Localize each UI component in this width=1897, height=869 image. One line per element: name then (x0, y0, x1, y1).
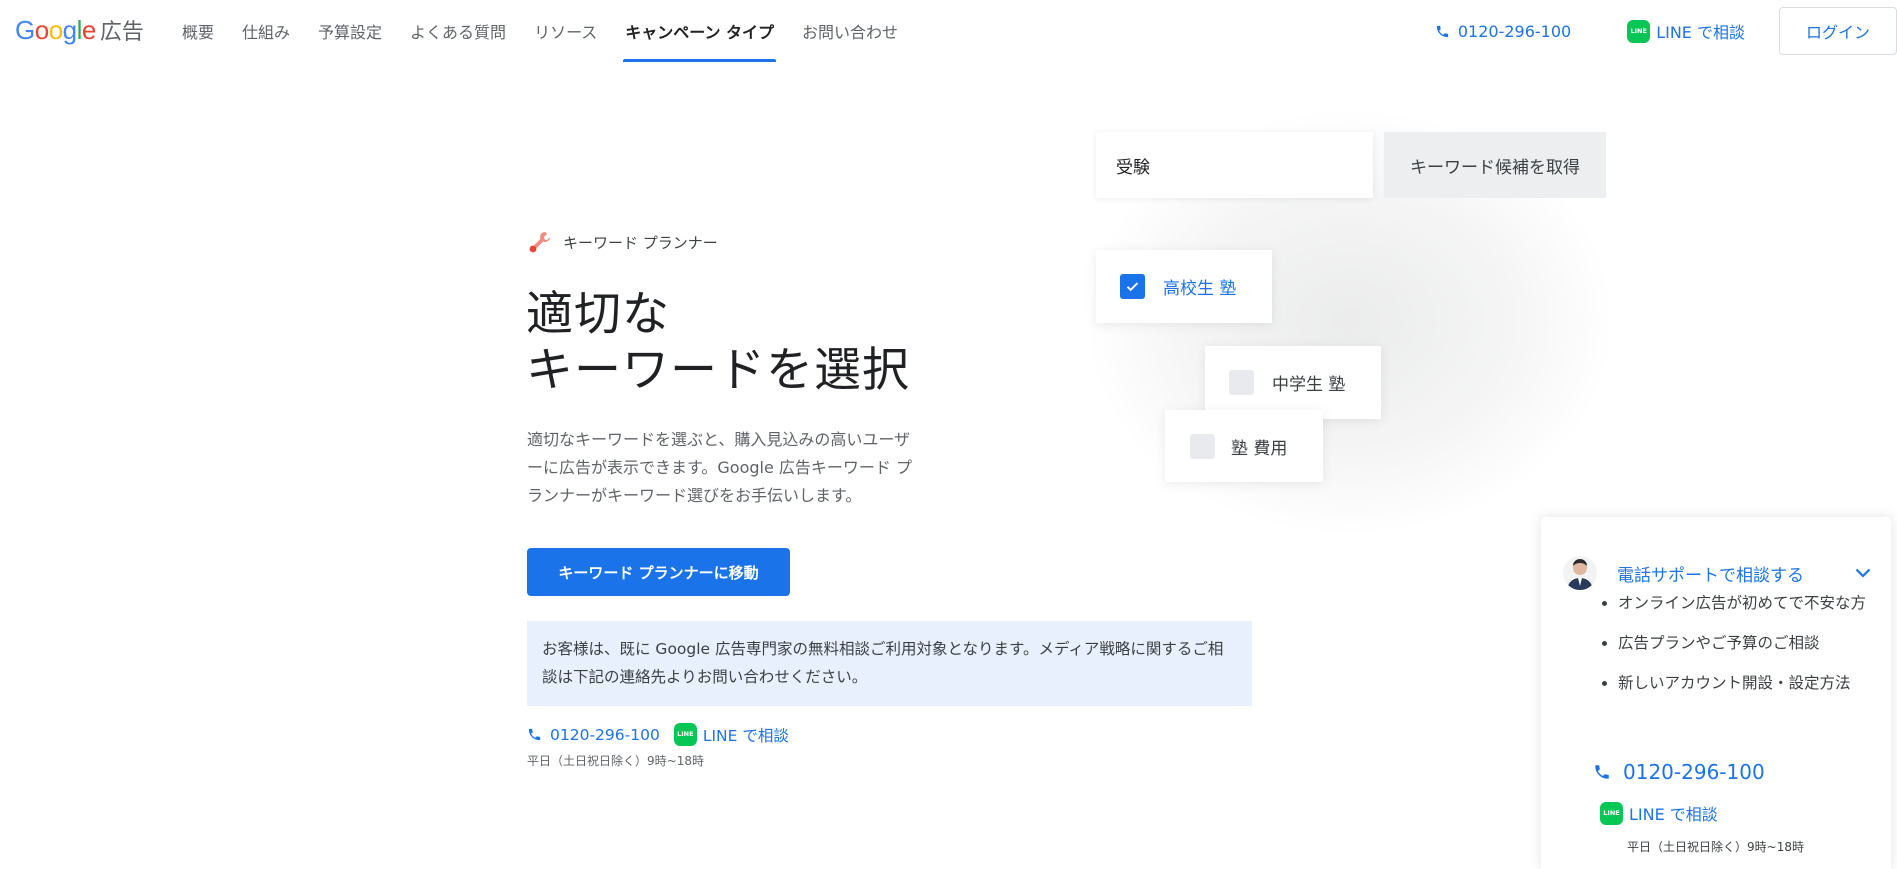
support-topics-list: オンライン広告が初めてで不安な方 広告プランやご予算のご相談 新しいアカウント開… (1602, 589, 1868, 709)
keyword-suggestion-card: 中学生 塾 (1205, 346, 1381, 419)
support-line-label: LINE で相談 (1629, 805, 1718, 824)
hero-description: 適切なキーワードを選ぶと、購入見込みの高いユーザーに広告が表示できます。Goog… (527, 430, 912, 505)
hero-line-link[interactable]: LINE LINE で相談 (673, 723, 789, 746)
header-line-link[interactable]: LINE LINE で相談 (1627, 19, 1745, 43)
nav-item-campaign-types[interactable]: キャンペーン タイプ (611, 0, 788, 62)
phone-icon (1595, 765, 1609, 779)
checkbox-checked-icon (1120, 274, 1145, 299)
support-business-hours: 平日（土日祝日除く）9時~18時 (1627, 840, 1804, 854)
header-phone-number: 0120-296-100 (1457, 21, 1572, 41)
support-panel-title: 電話サポートで相談する (1617, 565, 1804, 586)
keyword-suggestion-card: 塾 費用 (1165, 410, 1323, 482)
checkbox-unchecked-icon (1229, 370, 1254, 395)
keyword-label: 中学生 塾 (1272, 375, 1346, 395)
phone-icon (528, 728, 541, 741)
get-keyword-ideas-button-mock: キーワード候補を取得 (1384, 132, 1606, 198)
support-line-link[interactable]: LINE LINE で相談 (1600, 801, 1718, 825)
hero-business-hours: 平日（土日祝日除く）9時~18時 (527, 754, 704, 768)
advisor-avatar (1563, 556, 1597, 590)
keyword-planner-button[interactable]: キーワード プランナーに移動 (527, 548, 790, 596)
page-title-line2: キーワードを選択 (526, 343, 910, 398)
phone-support-panel: 電話サポートで相談する オンライン広告が初めてで不安な方 広告プランやご予算のご… (1541, 517, 1891, 869)
keyword-input-mock: 受験 (1096, 132, 1373, 198)
line-icon: LINE (1600, 801, 1623, 825)
hero-contact-row: 0120-296-100 LINE LINE で相談 (527, 723, 789, 746)
support-phone-number: 0120-296-100 (1623, 760, 1765, 784)
nav-item-resources[interactable]: リソース (520, 0, 611, 62)
top-header: Google 広告 概要 仕組み 予算設定 よくある質問 リソース キャンペーン… (0, 0, 1897, 62)
hero-line-label: LINE で相談 (702, 726, 789, 745)
login-button[interactable]: ログイン (1779, 7, 1897, 55)
logo-suffix: 広告 (99, 20, 144, 45)
wrench-icon (529, 232, 550, 253)
google-ads-logo[interactable]: Google 広告 (15, 14, 144, 46)
phone-icon (1436, 25, 1448, 37)
line-icon: LINE (673, 723, 697, 746)
header-line-label: LINE で相談 (1656, 23, 1745, 42)
nav-item-overview[interactable]: 概要 (168, 0, 228, 62)
header-actions: 0120-296-100 LINE LINE で相談 ログイン (1435, 0, 1897, 62)
nav-item-contact[interactable]: お問い合わせ (788, 0, 912, 62)
nav-item-how-it-works[interactable]: 仕組み (228, 0, 304, 62)
keyword-label: 高校生 塾 (1163, 279, 1237, 299)
main-nav: 概要 仕組み 予算設定 よくある質問 リソース キャンペーン タイプ お問い合わ… (168, 0, 912, 62)
product-eyebrow: キーワード プランナー (527, 229, 718, 255)
list-item: 広告プランやご予算のご相談 (1602, 629, 1868, 657)
chevron-down-icon (1855, 568, 1871, 578)
checkbox-unchecked-icon (1190, 433, 1215, 459)
list-item: 新しいアカウント開設・設定方法 (1602, 669, 1868, 697)
line-icon: LINE (1627, 19, 1651, 43)
consultation-notice: お客様は、既に Google 広告専門家の無料相談ご利用対象となります。メディア… (527, 621, 1252, 706)
hero-phone-link[interactable]: 0120-296-100 (527, 726, 660, 744)
header-phone-link[interactable]: 0120-296-100 (1435, 22, 1571, 41)
keyword-suggestion-card: 高校生 塾 (1096, 250, 1272, 323)
keyword-label: 塾 費用 (1231, 438, 1288, 459)
page-title-line1: 適切な (526, 287, 670, 342)
logo-wordmark: Google (15, 15, 96, 45)
nav-item-faq[interactable]: よくある質問 (396, 0, 520, 62)
hero-phone-number: 0120-296-100 (550, 725, 660, 744)
support-phone-link[interactable]: 0120-296-100 (1593, 760, 1765, 784)
page-title: 適切な キーワードを選択 (526, 287, 910, 399)
eyebrow-label: キーワード プランナー (563, 233, 718, 252)
nav-item-budget[interactable]: 予算設定 (304, 0, 396, 62)
list-item: オンライン広告が初めてで不安な方 (1602, 589, 1868, 617)
